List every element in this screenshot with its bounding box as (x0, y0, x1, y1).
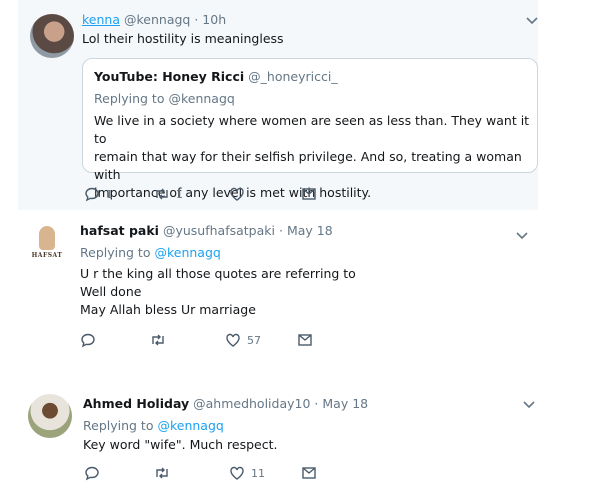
tweet-ahmed-holiday[interactable]: Ahmed Holiday @ahmedholiday10 · May 18 R… (0, 378, 595, 490)
quoted-tweet[interactable]: YouTube: Honey Ricci @_honeyricci_ Reply… (82, 58, 538, 200)
heart-icon (230, 187, 244, 201)
avatar[interactable] (28, 394, 72, 438)
heart-icon (230, 466, 244, 480)
quoted-replying-to: Replying to @kennagq (94, 91, 235, 106)
retweet-button[interactable] (154, 463, 176, 483)
user-name[interactable]: hafsat paki (80, 223, 159, 238)
quoted-user-handle: @_honeyricci_ (248, 69, 338, 84)
tweet-header: kenna @kennagq · 10h (82, 12, 226, 27)
like-count: 11 (251, 466, 265, 480)
replying-to-handle[interactable]: @kennagq (157, 418, 223, 433)
heart-icon (226, 333, 240, 347)
tweet-text-line: U r the king all those quotes are referr… (80, 266, 356, 281)
direct-message-button[interactable] (297, 330, 313, 350)
like-button[interactable]: 11 (229, 463, 265, 483)
retweet-icon (156, 467, 168, 479)
like-count: 57 (247, 333, 261, 347)
user-handle[interactable]: @kennagq (124, 12, 190, 27)
avatar[interactable] (30, 14, 74, 58)
tweet-hafsat-paki[interactable]: HAFSAT hafsat paki @yusufhafsatpaki · Ma… (0, 210, 595, 375)
avatar[interactable]: HAFSAT (28, 224, 66, 266)
replying-to-label: Replying to (94, 91, 165, 106)
like-button[interactable]: 57 (225, 330, 261, 350)
direct-message-button[interactable] (301, 463, 317, 483)
tweet-text: U r the king all those quotes are referr… (80, 265, 356, 319)
tweet-text-line: Well done (80, 284, 142, 299)
separator-dot: · (278, 223, 283, 238)
separator-dot: · (194, 12, 199, 27)
quoted-text-line: remain that way for their selfish privil… (94, 149, 522, 182)
replying-to-handle[interactable]: @kennagq (154, 245, 220, 260)
timestamp[interactable]: May 18 (322, 396, 368, 411)
chevron-down-icon[interactable] (514, 227, 530, 240)
reply-icon (85, 187, 99, 202)
retweet-button[interactable]: 1 (154, 184, 183, 204)
tweet-header: Ahmed Holiday @ahmedholiday10 · May 18 (83, 396, 368, 411)
replying-to: Replying to @kennagq (83, 418, 224, 433)
reply-icon (85, 466, 99, 481)
direct-message-icon (298, 334, 312, 346)
separator-dot: · (314, 396, 319, 411)
direct-message-icon (302, 188, 316, 200)
quoted-user-name: YouTube: Honey Ricci (94, 69, 245, 84)
reply-icon (81, 333, 95, 348)
user-name[interactable]: Ahmed Holiday (83, 396, 189, 411)
direct-message-button[interactable] (301, 184, 317, 204)
user-name[interactable]: kenna (82, 12, 120, 27)
user-handle[interactable]: @yusufhafsatpaki (163, 223, 275, 238)
tweet-kenna[interactable]: kenna @kennagq · 10h Lol their hostility… (0, 0, 595, 210)
reply-button[interactable] (80, 330, 102, 350)
tweet-text: Lol their hostility is meaningless (82, 31, 284, 46)
chevron-down-icon[interactable] (521, 396, 537, 409)
replying-to-label: Replying to (83, 418, 154, 433)
replying-to: Replying to @kennagq (80, 245, 221, 260)
retweet-icon (156, 188, 168, 200)
replying-to-handle: @kennagq (168, 91, 235, 106)
tweet-text-line: May Allah bless Ur marriage (80, 302, 256, 317)
user-handle[interactable]: @ahmedholiday10 (193, 396, 310, 411)
replying-to-label: Replying to (80, 245, 151, 260)
reply-count: 1 (106, 187, 113, 201)
like-button[interactable] (229, 184, 251, 204)
timestamp[interactable]: 10h (202, 12, 226, 27)
tweet-text: Key word "wife". Much respect. (83, 436, 277, 454)
quoted-text-line: We live in a society where women are see… (94, 113, 530, 146)
reply-button[interactable] (84, 463, 106, 483)
avatar-figure (39, 226, 55, 250)
tweet-text-line: Key word "wife". Much respect. (83, 437, 278, 452)
reply-button[interactable]: 1 (84, 184, 113, 204)
avatar-logo-text: HAFSAT (31, 252, 63, 259)
quoted-tweet-header: YouTube: Honey Ricci @_honeyricci_ (94, 69, 338, 84)
avatar-logo: HAFSAT (28, 224, 66, 266)
retweet-button[interactable] (150, 330, 172, 350)
retweet-count: 1 (176, 187, 183, 201)
timestamp[interactable]: May 18 (287, 223, 333, 238)
tweet-header: hafsat paki @yusufhafsatpaki · May 18 (80, 223, 333, 238)
retweet-icon (152, 334, 164, 346)
chevron-down-icon[interactable] (524, 12, 540, 25)
direct-message-icon (302, 467, 316, 479)
